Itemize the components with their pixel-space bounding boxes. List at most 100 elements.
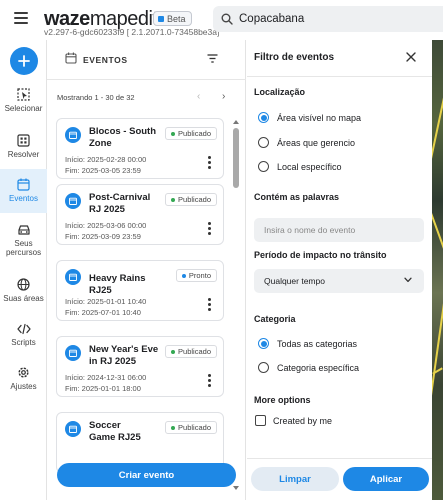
events-header: EVENTOS [47, 40, 246, 80]
more-options-icon[interactable] [208, 374, 211, 387]
close-icon[interactable] [406, 52, 416, 62]
event-name: Heavy Rains RJ25 [89, 273, 146, 296]
beta-badge[interactable]: Beta [153, 11, 192, 26]
divider [247, 458, 432, 459]
event-start: Início: 2024-12-31 06:00 [65, 373, 147, 382]
menu-icon[interactable] [14, 12, 28, 24]
calendar-icon [17, 178, 30, 191]
calendar-icon [65, 193, 81, 209]
scrollbar[interactable] [233, 120, 240, 490]
contains-label: Contém as palavras [254, 192, 340, 202]
version-text: v2.297-6-gdc60233f9 [ 2.1.2071.0-73458be… [44, 27, 220, 37]
more-options-icon[interactable] [208, 156, 211, 169]
side-rail: Selecionar Resolver Eventos Seus percurs… [0, 40, 47, 500]
scroll-up-icon[interactable] [233, 120, 239, 124]
impact-period-select[interactable]: Qualquer tempo [254, 269, 424, 293]
code-icon [16, 323, 31, 335]
rail-item-selecionar[interactable]: Selecionar [0, 88, 47, 118]
event-card[interactable]: New Year's Eve in RJ 2025 Publicado Iníc… [56, 336, 224, 397]
rail-item-ajustes[interactable]: Ajustes [0, 366, 47, 396]
event-start: Início: 2025-03-06 00:00 [65, 221, 147, 230]
event-start: Início: 2025-01-01 10:40 [65, 297, 147, 306]
apply-button[interactable]: Aplicar [343, 467, 429, 491]
event-list: Blocos - South Zone Publicado Início: 20… [56, 118, 224, 488]
radio-specific-category[interactable]: Categoria específica [258, 362, 359, 373]
status-badge: Pronto [175, 269, 217, 282]
rail-item-label: Seus percursos [5, 239, 42, 257]
radio-specific-location[interactable]: Local específico [258, 161, 342, 172]
search-icon [221, 13, 233, 25]
rail-item-label: Ajustes [10, 382, 37, 391]
radio-managed-areas[interactable]: Áreas que gerencio [258, 137, 355, 148]
create-event-button[interactable]: Criar evento [57, 463, 236, 487]
divider [247, 76, 432, 77]
top-bar: wazemapeditor Beta v2.297-6-gdc60233f9 [… [0, 0, 443, 40]
beta-label: Beta [167, 13, 186, 24]
car-icon [17, 225, 30, 235]
event-end: Fim: 2025-03-05 23:59 [65, 166, 141, 175]
gear-icon [18, 367, 29, 378]
issues-icon [17, 134, 30, 147]
rail-item-label: Scripts [11, 338, 36, 347]
chevron-down-icon [404, 277, 412, 283]
filter-icon[interactable] [207, 54, 218, 63]
events-title: EVENTOS [83, 55, 128, 65]
event-end: Fim: 2025-07-01 10:40 [65, 308, 141, 317]
map-canvas[interactable] [432, 40, 443, 500]
calendar-icon [65, 127, 81, 143]
filter-title: Filtro de eventos [254, 52, 335, 63]
more-options-icon[interactable] [208, 298, 211, 311]
rail-item-label: Suas áreas [3, 294, 44, 303]
next-page-button[interactable]: › [222, 91, 225, 102]
rail-item-percursos[interactable]: Seus percursos [0, 224, 47, 260]
impact-label: Período de impacto no trânsito [254, 250, 387, 260]
calendar-icon [65, 52, 77, 64]
rail-item-label: Resolver [7, 150, 40, 159]
calendar-icon [65, 421, 81, 437]
filter-panel: Filtro de eventos Localização Área visív… [247, 40, 432, 500]
event-name: Blocos - South Zone [89, 126, 157, 149]
event-card[interactable]: Heavy Rains RJ25 Pronto Início: 2025-01-… [56, 260, 224, 321]
status-badge: Publicado [165, 421, 217, 434]
clear-button[interactable]: Limpar [251, 467, 339, 491]
event-card[interactable]: Blocos - South Zone Publicado Início: 20… [56, 118, 224, 179]
radio-all-categories[interactable]: Todas as categorias [258, 338, 357, 349]
results-count: Mostrando 1 - 30 de 32 [57, 93, 135, 102]
events-panel: EVENTOS Mostrando 1 - 30 de 32 ‹ › Bloco… [47, 40, 246, 500]
created-by-me-checkbox[interactable]: Created by me [255, 415, 332, 426]
globe-icon [17, 278, 30, 291]
calendar-icon [65, 345, 81, 361]
rail-item-eventos[interactable]: Eventos [0, 169, 47, 213]
radio-visible-area[interactable]: Área visível no mapa [258, 112, 361, 123]
prev-page-button[interactable]: ‹ [197, 91, 200, 102]
more-options-icon[interactable] [208, 222, 211, 235]
status-badge: Publicado [165, 193, 217, 206]
rail-item-label: Eventos [9, 194, 38, 203]
add-button[interactable] [10, 47, 38, 75]
calendar-icon [65, 269, 81, 285]
event-card[interactable]: Post-Carnival RJ 2025 Publicado Início: … [56, 184, 224, 245]
event-end: Fim: 2025-03-09 23:59 [65, 232, 141, 241]
select-icon [17, 88, 30, 101]
rail-item-scripts[interactable]: Scripts [0, 323, 47, 353]
search-value: Copacabana [239, 13, 305, 25]
beta-icon [158, 15, 164, 22]
scroll-down-icon[interactable] [233, 486, 239, 490]
status-badge: Publicado [165, 127, 217, 140]
plus-icon [18, 55, 30, 67]
event-name: New Year's Eve in RJ 2025 [89, 344, 159, 367]
rail-item-label: Selecionar [4, 104, 43, 113]
rail-item-resolver[interactable]: Resolver [0, 134, 47, 164]
scroll-thumb[interactable] [233, 128, 239, 188]
event-end: Fim: 2025-01-01 18:00 [65, 384, 141, 393]
event-name: Post-Carnival RJ 2025 [89, 192, 151, 215]
search-input[interactable]: Copacabana [213, 6, 443, 32]
location-label: Localização [254, 87, 306, 97]
rail-item-areas[interactable]: Suas áreas [0, 278, 47, 308]
more-options-label: More options [254, 395, 311, 405]
category-label: Categoria [254, 314, 296, 324]
event-name: Soccer Game RJ25 [89, 420, 141, 443]
status-badge: Publicado [165, 345, 217, 358]
event-name-input[interactable]: Insira o nome do evento [254, 218, 424, 242]
event-start: Início: 2025-02-28 00:00 [65, 155, 147, 164]
